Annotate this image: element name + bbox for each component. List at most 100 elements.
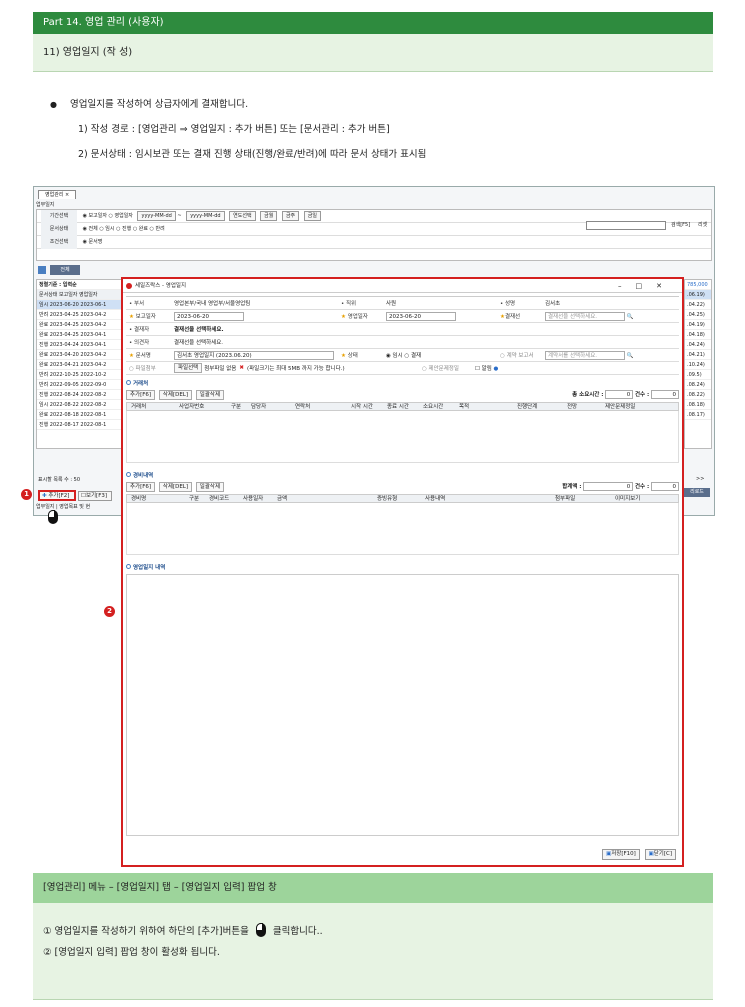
year-select[interactable]: 연도선택 bbox=[229, 211, 256, 221]
column-header[interactable]: 첨부파일 bbox=[551, 495, 611, 502]
save-button[interactable]: ▣저장[F10] bbox=[602, 849, 640, 860]
attach-label: ○ 파일첨부 bbox=[129, 366, 156, 372]
list-item[interactable]: 반려 2022-09-05 2022-09-0 bbox=[37, 380, 123, 390]
list-item[interactable]: 반려 2022-10-25 2022-10-2 bbox=[37, 370, 123, 380]
month-button[interactable]: 금월 bbox=[260, 211, 278, 221]
expenses-count-value: 0 bbox=[651, 482, 679, 491]
search-button[interactable]: 검색[F5] bbox=[671, 221, 690, 230]
list-item[interactable]: 완료 2023-04-20 2023-04-2 bbox=[37, 350, 123, 360]
date-to[interactable]: yyyy-MM-dd bbox=[186, 211, 225, 221]
approver-input[interactable]: 결재선을 선택하세요. bbox=[545, 311, 625, 321]
clients-delete-all-button[interactable]: 일괄삭제 bbox=[195, 390, 225, 400]
col-report-date: 보고일자 bbox=[59, 292, 78, 298]
list-item[interactable]: 진행 2022-08-17 2022-08-1 bbox=[37, 420, 123, 430]
column-header[interactable]: 금액 bbox=[273, 495, 373, 502]
pager[interactable]: 표시할 목록 수 : 50 bbox=[38, 476, 80, 483]
pager-next[interactable]: >> bbox=[696, 476, 704, 482]
list-item-amount: .08.22) bbox=[685, 390, 711, 400]
sales-date-input[interactable]: 2023-06-20 bbox=[386, 311, 456, 321]
list-item[interactable]: 완료 2023-04-21 2023-04-2 bbox=[37, 360, 123, 370]
delete-file-icon[interactable]: ✖ bbox=[239, 365, 244, 371]
list-item[interactable]: 완료 2023-04-25 2023-04-1 bbox=[37, 330, 123, 340]
sum-label: 합계액 : bbox=[562, 484, 582, 490]
list-item[interactable]: 반려 2023-04-25 2023-04-2 bbox=[37, 310, 123, 320]
cond-option[interactable]: ◉ 문서명 bbox=[83, 239, 103, 245]
clients-add-button[interactable]: 추가[F6] bbox=[126, 390, 156, 400]
column-header[interactable]: 전망 bbox=[563, 403, 601, 410]
state-radio[interactable]: ◉ 임시 ○ 결재 bbox=[382, 351, 497, 359]
clients-table-body[interactable] bbox=[126, 411, 679, 463]
column-header[interactable]: 사용내역 bbox=[421, 495, 551, 502]
column-header[interactable]: 증빙유형 bbox=[373, 495, 421, 502]
day-button[interactable]: 금일 bbox=[303, 211, 321, 221]
column-header[interactable]: 사용일자 bbox=[239, 495, 273, 502]
notice-checkbox[interactable]: ☐ 알림 ● bbox=[475, 364, 498, 372]
column-header[interactable]: 구분 bbox=[185, 495, 205, 502]
search-input[interactable] bbox=[586, 221, 666, 230]
propose-label: ○ 제안문제정일 bbox=[421, 366, 459, 372]
step-2: ② [영업일지 입력] 팝업 창이 활성화 됩니다. bbox=[43, 947, 220, 958]
list-item-amount: 785,000 bbox=[685, 280, 711, 290]
close-button[interactable]: ▣닫기[C] bbox=[644, 849, 676, 860]
column-header[interactable]: 경비코드 bbox=[205, 495, 239, 502]
column-header[interactable]: 거래처 bbox=[127, 403, 175, 410]
list-item[interactable]: 완료 2023-04-25 2023-04-2 bbox=[37, 320, 123, 330]
list-item[interactable]: 완료 2022-08-18 2022-08-1 bbox=[37, 410, 123, 420]
dept-value: 영업본부/국내 영업부/서울영업팀 bbox=[174, 301, 251, 307]
column-header[interactable]: 사업자번호 bbox=[175, 403, 227, 410]
date-from[interactable]: yyyy-MM-dd bbox=[137, 211, 176, 221]
docname-input[interactable]: 김서초 영업일지 (2023.06.20) bbox=[174, 350, 334, 360]
list-item-amount: .09.5) bbox=[685, 370, 711, 380]
column-header[interactable]: 소요시간 bbox=[419, 403, 455, 410]
search-icon[interactable]: 🔍 bbox=[627, 353, 634, 359]
bottom-tabs[interactable]: 업무일지 | 영업목표 및 현 bbox=[36, 503, 90, 510]
column-header[interactable]: 이미지보기 bbox=[611, 495, 661, 502]
column-header[interactable]: 연락처 bbox=[291, 403, 347, 410]
all-button[interactable]: 전체 bbox=[50, 265, 80, 275]
column-header[interactable]: 담당자 bbox=[247, 403, 291, 410]
view-button[interactable]: ☐보기[F3] bbox=[78, 491, 112, 501]
clients-section-title: 거래처 bbox=[126, 379, 679, 387]
expenses-add-button[interactable]: 추가[F6] bbox=[126, 482, 156, 492]
sales-date-label: ★ 영업일자 bbox=[341, 314, 368, 320]
week-button[interactable]: 금주 bbox=[281, 211, 300, 221]
name-value: 김서초 bbox=[545, 301, 561, 307]
list-item[interactable]: 임시 2023-06-20 2023-06-1 bbox=[37, 300, 123, 310]
contract-input[interactable]: 계약서를 선택하세요. bbox=[545, 350, 625, 360]
tab-sales[interactable]: 영업관리 × bbox=[38, 190, 77, 199]
expenses-delete-all-button[interactable]: 일괄삭제 bbox=[195, 482, 225, 492]
clients-count-label: 건수 : bbox=[635, 392, 650, 398]
reset-button[interactable]: 리셋 bbox=[698, 221, 707, 230]
clients-delete-button[interactable]: 삭제[DEL] bbox=[158, 390, 193, 400]
column-header[interactable]: 시작 시간 bbox=[347, 403, 383, 410]
column-header[interactable]: 종료 시간 bbox=[383, 403, 419, 410]
cond-label: 조건선택 bbox=[41, 236, 77, 249]
list-item[interactable]: 임시 2022-08-22 2022-08-2 bbox=[37, 400, 123, 410]
mouse-icon bbox=[255, 923, 266, 937]
expenses-delete-button[interactable]: 삭제[DEL] bbox=[158, 482, 193, 492]
expenses-section-title: 경비내역 bbox=[126, 471, 679, 479]
column-header[interactable]: 구분 bbox=[227, 403, 247, 410]
column-header[interactable]: 목적 bbox=[455, 403, 513, 410]
report-date-label: ★ 보고일자 bbox=[129, 314, 156, 320]
breadcrumb: 업무일지 bbox=[36, 202, 55, 208]
file-select-button[interactable]: 파일선택 bbox=[174, 363, 203, 373]
app-logo-icon bbox=[126, 283, 132, 289]
grid-icon[interactable] bbox=[38, 266, 46, 274]
column-header[interactable]: 경비명 bbox=[127, 495, 185, 502]
status-options[interactable]: ◉ 전체 ○ 임시 ○ 진행 ○ 완료 ○ 반려 bbox=[83, 226, 165, 232]
list-item[interactable]: 진행 2023-04-24 2023-04-1 bbox=[37, 340, 123, 350]
memo-textarea[interactable] bbox=[126, 574, 679, 836]
column-header[interactable]: 진행단계 bbox=[513, 403, 563, 410]
approver-label: ★결재선 bbox=[500, 314, 521, 320]
column-header[interactable]: 제안문제정일 bbox=[601, 403, 651, 410]
add-button[interactable]: ✚ 추가[F2] bbox=[38, 490, 76, 501]
window-controls[interactable]: –□✕ bbox=[618, 279, 676, 293]
list-header: 문서상태 보고일자 영업일자 bbox=[37, 290, 123, 300]
report-date-input[interactable]: 2023-06-20 bbox=[174, 311, 244, 321]
period-options[interactable]: ◉ 보고일자 ○ 영업일자 bbox=[83, 213, 133, 219]
list-item[interactable]: 진행 2022-08-24 2022-08-2 bbox=[37, 390, 123, 400]
search-icon[interactable]: 🔍 bbox=[627, 314, 634, 320]
reload-button[interactable]: 리로드 bbox=[684, 488, 710, 497]
expenses-table-body[interactable] bbox=[126, 503, 679, 555]
